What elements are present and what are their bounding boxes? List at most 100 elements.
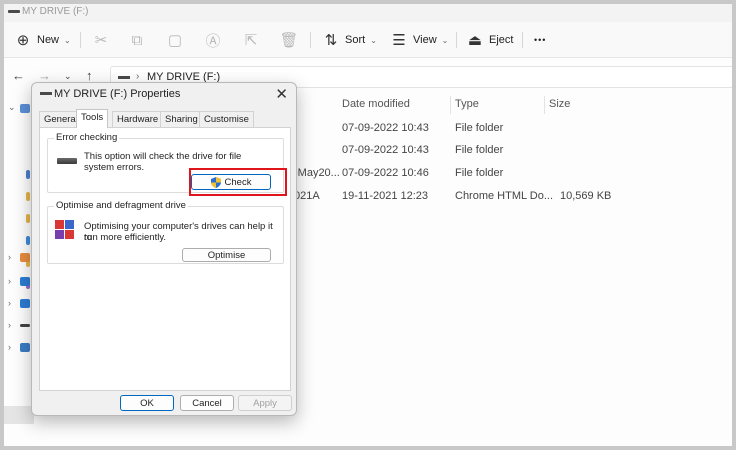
navigation-pane: ⌄ › › › › › (4, 92, 34, 446)
table-row[interactable]: 07-09-2022 10:43 File folder (294, 140, 732, 162)
tab-customise[interactable]: Customise (199, 111, 254, 127)
up-arrow-icon[interactable]: ↑ (86, 68, 93, 83)
eject-label: Eject (489, 34, 514, 46)
view-label: View (413, 34, 437, 46)
defragment-icon (55, 220, 75, 240)
divider (80, 32, 81, 48)
file-list: Date modified Type Size 07-09-2022 10:43… (294, 92, 732, 232)
divider (310, 32, 311, 48)
drive-icon (8, 10, 20, 13)
table-row[interactable]: 07-09-2022 10:43 File folder (294, 118, 732, 140)
file-type: File folder (455, 167, 504, 179)
cloud-icon (20, 277, 30, 286)
drive-icon (57, 158, 77, 164)
drive-icon (20, 324, 30, 327)
share-icon: ⇱ (244, 32, 258, 49)
share-button[interactable]: ⇱ (242, 30, 260, 50)
column-header-size[interactable]: Size (549, 98, 570, 110)
divider (456, 32, 457, 48)
file-date: 07-09-2022 10:46 (342, 167, 429, 179)
column-header-type[interactable]: Type (455, 98, 479, 110)
copy-button[interactable]: ⧉ (128, 30, 146, 50)
view-button[interactable]: ☰ View ⌄ (390, 30, 448, 50)
error-checking-description: This option will check the drive for fil… (84, 151, 242, 162)
optimise-description: run more efficiently. (84, 232, 167, 243)
ok-button[interactable]: OK (120, 395, 174, 411)
paste-button[interactable]: ▢ (166, 30, 184, 50)
optimise-group: Optimise and defragment drive Optimising… (47, 200, 284, 264)
rename-button[interactable]: Ⓐ (204, 30, 222, 50)
sort-button[interactable]: ⇅ Sort ⌄ (322, 30, 377, 50)
view-icon: ☰ (392, 32, 406, 49)
close-icon[interactable]: ✕ (275, 85, 288, 103)
optimise-button[interactable]: Optimise (182, 248, 271, 262)
network-icon (20, 343, 30, 352)
column-divider[interactable] (450, 96, 451, 114)
folder-icon (20, 104, 30, 113)
dialog-title: MY DRIVE (F:) Properties (54, 88, 181, 100)
column-header-date-modified[interactable]: Date modified (342, 98, 410, 110)
highlight-box (189, 168, 287, 196)
rename-icon: Ⓐ (205, 32, 221, 50)
error-checking-label: Error checking (54, 132, 120, 143)
see-more-button[interactable]: ••• (534, 30, 546, 50)
explorer-title: MY DRIVE (F:) (22, 6, 89, 17)
column-divider[interactable] (544, 96, 545, 114)
eject-button[interactable]: ⏏ Eject (466, 30, 514, 50)
properties-dialog: MY DRIVE (F:) Properties ✕ General Tools… (31, 82, 297, 416)
divider (522, 32, 523, 48)
file-name: 021A (294, 190, 320, 202)
expand-chevron-icon[interactable]: › (8, 298, 11, 308)
back-arrow-icon[interactable]: ← (12, 68, 25, 83)
home-icon (20, 253, 30, 262)
file-date: 07-09-2022 10:43 (342, 144, 429, 156)
file-type: Chrome HTML Do... (455, 190, 554, 202)
error-checking-description: system errors. (84, 162, 145, 173)
explorer-titlebar: MY DRIVE (F:) (4, 4, 732, 22)
selected-drive-row[interactable] (4, 406, 34, 424)
table-row[interactable]: -May20... 07-09-2022 10:46 File folder (294, 163, 732, 185)
plus-icon: ⊕ (16, 32, 30, 49)
table-row[interactable]: 021A 19-11-2021 12:23 Chrome HTML Do... … (294, 186, 732, 208)
drive-icon (118, 76, 130, 79)
breadcrumb-chevron-icon: › (136, 71, 140, 82)
expand-chevron-icon[interactable]: › (8, 342, 11, 352)
apply-button-label: Apply (253, 397, 277, 409)
folder-icon (26, 214, 30, 223)
optimise-label: Optimise and defragment drive (54, 200, 188, 211)
tab-sharing[interactable]: Sharing (160, 111, 203, 127)
forward-arrow-icon[interactable]: → (38, 68, 51, 83)
trash-icon: 🗑 (279, 32, 299, 49)
optimise-button-label: Optimise (207, 249, 246, 261)
file-date: 07-09-2022 10:43 (342, 122, 429, 134)
tools-tab-panel: Error checking This option will check th… (39, 127, 291, 391)
chevron-down-icon: ⌄ (441, 35, 449, 45)
scissors-icon: ✂ (94, 32, 108, 49)
dialog-titlebar: MY DRIVE (F:) Properties ✕ (32, 83, 296, 105)
file-type: File folder (455, 122, 504, 134)
new-label: New (37, 34, 60, 46)
apply-button[interactable]: Apply (238, 395, 292, 411)
computer-icon (20, 299, 30, 308)
expand-chevron-icon[interactable]: › (8, 252, 11, 262)
folder-icon (26, 192, 30, 201)
chevron-down-icon: ⌄ (64, 35, 71, 45)
recent-locations-chevron-icon[interactable]: ⌄ (64, 71, 72, 82)
expand-chevron-icon[interactable]: ⌄ (8, 102, 16, 113)
ok-button-label: OK (140, 397, 154, 409)
file-size: 10,569 KB (560, 190, 612, 202)
new-button[interactable]: ⊕ New ⌄ (14, 30, 71, 50)
expand-chevron-icon[interactable]: › (8, 320, 11, 330)
chevron-down-icon: ⌄ (370, 35, 377, 45)
file-date: 19-11-2021 12:23 (342, 190, 429, 202)
delete-button[interactable]: 🗑 (279, 30, 299, 50)
explorer-window: MY DRIVE (F:) ⊕ New ⌄ ✂ ⧉ ▢ Ⓐ ⇱ 🗑 ⇅ Sort… (0, 0, 736, 450)
cut-button[interactable]: ✂ (92, 30, 110, 50)
cancel-button-label: Cancel (192, 397, 222, 409)
expand-chevron-icon[interactable]: › (8, 276, 11, 286)
tab-tools[interactable]: Tools (76, 109, 109, 128)
cancel-button[interactable]: Cancel (180, 395, 234, 411)
copy-icon: ⧉ (131, 31, 143, 49)
more-icon: ••• (534, 35, 547, 45)
tab-hardware[interactable]: Hardware (112, 111, 164, 127)
